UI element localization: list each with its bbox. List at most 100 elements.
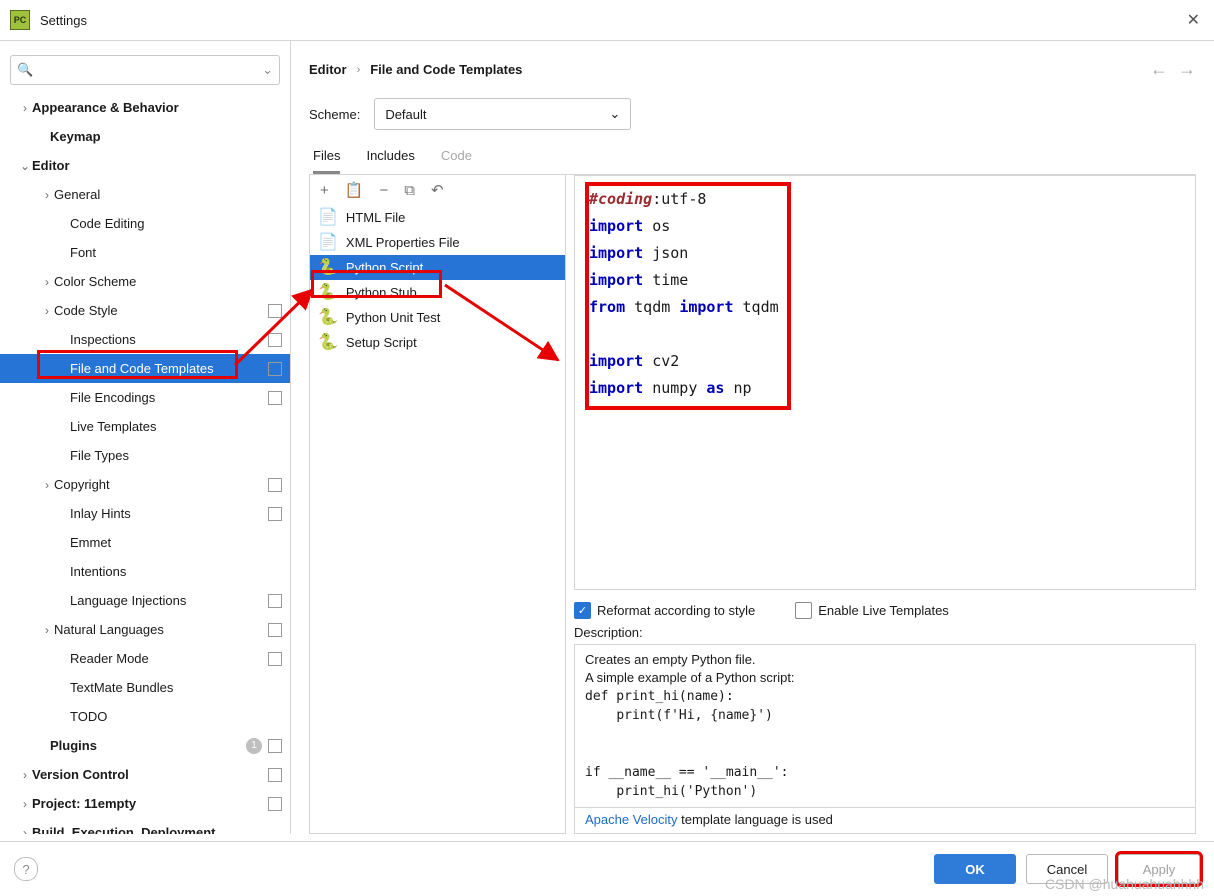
template-item[interactable]: 📄HTML File: [310, 205, 565, 230]
tree-item[interactable]: Intentions: [0, 557, 290, 586]
forward-icon[interactable]: →: [1178, 59, 1196, 80]
tree-item[interactable]: ›Project: 11empty: [0, 789, 290, 818]
tree-item[interactable]: Live Templates: [0, 412, 290, 441]
tree-item[interactable]: File Encodings: [0, 383, 290, 412]
tab-includes[interactable]: Includes: [366, 140, 414, 174]
tree-item[interactable]: Inspections: [0, 325, 290, 354]
tree-item[interactable]: ›Code Style: [0, 296, 290, 325]
file-icon: 🐍: [318, 310, 338, 326]
tree-item[interactable]: ›Build, Execution, Deployment: [0, 818, 290, 834]
tree-label: Plugins: [50, 738, 246, 753]
app-icon: PC: [10, 10, 30, 30]
template-toolbar: + 📋 − ⧉ ↶: [310, 175, 565, 205]
template-list: 📄HTML File📄XML Properties File🐍Python Sc…: [310, 205, 565, 833]
window-title: Settings: [40, 13, 1183, 28]
search-icon: 🔍: [17, 62, 33, 78]
tree-item[interactable]: Language Injections: [0, 586, 290, 615]
undo-icon[interactable]: ↶: [431, 181, 444, 199]
tree-label: TODO: [70, 709, 282, 724]
settings-tree: ›Appearance & BehaviorKeymap⌄Editor›Gene…: [0, 93, 290, 834]
tree-label: Live Templates: [70, 419, 282, 434]
tree-item[interactable]: ›General: [0, 180, 290, 209]
tree-label: Inspections: [70, 332, 264, 347]
add-icon[interactable]: +: [320, 182, 329, 199]
live-templates-checkbox[interactable]: Enable Live Templates: [795, 602, 949, 619]
scheme-label: Scheme:: [309, 107, 360, 122]
breadcrumb-sep: ›: [357, 64, 361, 76]
tree-item[interactable]: ›Version Control: [0, 760, 290, 789]
project-icon: [268, 362, 282, 376]
copy-icon[interactable]: 📋: [345, 181, 364, 199]
chevron-icon: ⌄: [18, 159, 32, 173]
tree-label: Natural Languages: [54, 622, 264, 637]
tree-item[interactable]: ›Appearance & Behavior: [0, 93, 290, 122]
main-pane: Editor › File and Code Templates ← → Sch…: [291, 41, 1214, 834]
title-bar: PC Settings ✕: [0, 0, 1214, 41]
template-item[interactable]: 🐍Python Stub: [310, 280, 565, 305]
tree-item[interactable]: Emmet: [0, 528, 290, 557]
file-icon: 🐍: [318, 260, 338, 276]
template-tabs: FilesIncludesCode: [309, 140, 1196, 175]
chevron-icon: ›: [18, 768, 32, 782]
remove-icon[interactable]: −: [379, 182, 388, 199]
tab-files[interactable]: Files: [313, 140, 340, 174]
template-column: + 📋 − ⧉ ↶ 📄HTML File📄XML Properties File…: [309, 175, 566, 834]
tree-item[interactable]: File Types: [0, 441, 290, 470]
tree-item[interactable]: ›Copyright: [0, 470, 290, 499]
project-icon: [268, 478, 282, 492]
tree-item[interactable]: Inlay Hints: [0, 499, 290, 528]
chevron-icon: ›: [40, 478, 54, 492]
tree-item[interactable]: ›Color Scheme: [0, 267, 290, 296]
template-item[interactable]: 📄XML Properties File: [310, 230, 565, 255]
code-editor[interactable]: #coding:utf-8 import os import json impo…: [574, 175, 1196, 590]
dialog-footer: ? OK Cancel Apply: [0, 841, 1214, 896]
tree-label: TextMate Bundles: [70, 680, 282, 695]
breadcrumb-seg-1[interactable]: Editor: [309, 62, 347, 77]
project-icon: [268, 652, 282, 666]
breadcrumb: Editor › File and Code Templates ← →: [309, 59, 1196, 80]
tree-item[interactable]: Keymap: [0, 122, 290, 151]
template-item[interactable]: 🐍Python Script: [310, 255, 565, 280]
check-icon: ✓: [574, 602, 591, 619]
tree-label: Color Scheme: [54, 274, 282, 289]
tree-item[interactable]: Plugins1: [0, 731, 290, 760]
search-input[interactable]: 🔍 ⌄: [10, 55, 280, 85]
tree-item[interactable]: Reader Mode: [0, 644, 290, 673]
tree-item[interactable]: ⌄Editor: [0, 151, 290, 180]
settings-sidebar: 🔍 ⌄ ›Appearance & BehaviorKeymap⌄Editor›…: [0, 41, 291, 834]
project-icon: [268, 797, 282, 811]
tree-label: Language Injections: [70, 593, 264, 608]
back-icon[interactable]: ←: [1150, 59, 1168, 80]
tree-label: General: [54, 187, 282, 202]
template-item[interactable]: 🐍Setup Script: [310, 330, 565, 355]
scheme-value: Default: [385, 107, 426, 122]
scheme-select[interactable]: Default ⌄: [374, 98, 631, 130]
tree-item[interactable]: TextMate Bundles: [0, 673, 290, 702]
tree-label: Code Editing: [70, 216, 282, 231]
tree-label: Inlay Hints: [70, 506, 264, 521]
description-label: Description:: [574, 625, 1196, 640]
ok-button[interactable]: OK: [934, 854, 1016, 884]
tree-item[interactable]: Code Editing: [0, 209, 290, 238]
chevron-icon: ›: [18, 797, 32, 811]
reformat-checkbox[interactable]: ✓ Reformat according to style: [574, 602, 755, 619]
file-icon: 🐍: [318, 335, 338, 351]
help-icon[interactable]: ?: [14, 857, 38, 881]
duplicate-icon[interactable]: ⧉: [404, 182, 415, 199]
tree-item[interactable]: Font: [0, 238, 290, 267]
tree-item[interactable]: ›Natural Languages: [0, 615, 290, 644]
project-icon: [268, 391, 282, 405]
tree-item[interactable]: TODO: [0, 702, 290, 731]
tree-label: Font: [70, 245, 282, 260]
velocity-link[interactable]: Apache Velocity: [585, 812, 678, 827]
chevron-icon: ›: [40, 188, 54, 202]
tree-label: File Encodings: [70, 390, 264, 405]
template-item[interactable]: 🐍Python Unit Test: [310, 305, 565, 330]
template-label: HTML File: [346, 210, 405, 225]
project-icon: [268, 507, 282, 521]
tree-label: Emmet: [70, 535, 282, 550]
template-label: Python Stub: [346, 285, 417, 300]
tree-item[interactable]: File and Code Templates: [0, 354, 290, 383]
project-icon: [268, 333, 282, 347]
close-icon[interactable]: ✕: [1183, 6, 1204, 34]
